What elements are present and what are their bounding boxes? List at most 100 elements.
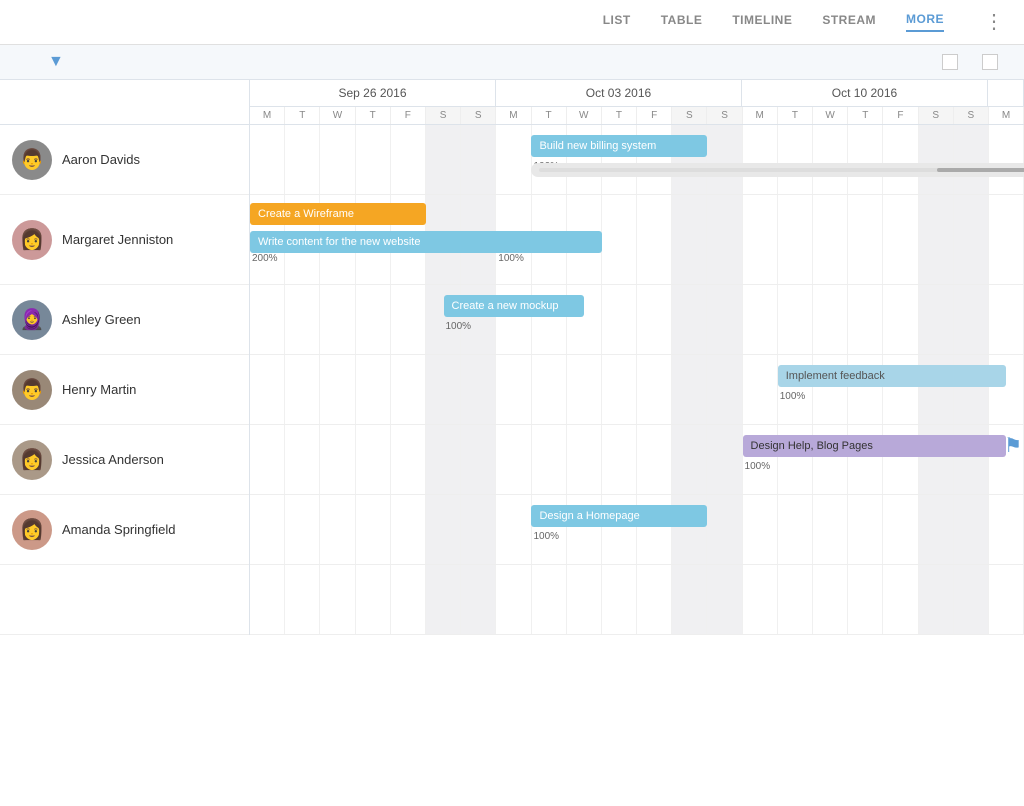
day-bg-col <box>989 125 1024 194</box>
day-bg-col <box>285 125 320 194</box>
day-bg-col <box>285 285 320 354</box>
task-bar-1-1[interactable]: Write content for the new website <box>250 231 602 253</box>
day-bg-col <box>954 285 989 354</box>
overdue-checkbox[interactable] <box>942 54 958 70</box>
task-bar-0-0[interactable]: Build new billing system <box>531 135 707 157</box>
day-s4: S <box>707 107 742 124</box>
day-bg-col <box>250 285 285 354</box>
day-bg-col <box>496 425 531 494</box>
day-bg-col <box>989 195 1024 284</box>
day-bg-col <box>426 565 461 634</box>
day-m2: M <box>496 107 531 124</box>
day-bg-col <box>813 495 848 564</box>
day-bg-col <box>778 285 813 354</box>
day-bg-col <box>707 565 742 634</box>
day-t2: T <box>356 107 391 124</box>
day-bg-col <box>848 285 883 354</box>
day-bg-col <box>285 355 320 424</box>
day-bg-col <box>707 285 742 354</box>
chart-rows: Build new billing system100% ⊞ ⊙Create a… <box>250 125 1024 635</box>
task-bar-5-0[interactable]: Design a Homepage <box>531 505 707 527</box>
day-bg-col <box>426 125 461 194</box>
day-bg-col <box>320 495 355 564</box>
day-bg-col <box>602 565 637 634</box>
day-bg-col <box>672 195 707 284</box>
day-s5: S <box>919 107 954 124</box>
day-bg-col <box>637 285 672 354</box>
day-bg-col <box>883 195 918 284</box>
day-bg-col <box>743 285 778 354</box>
day-bg-col <box>285 425 320 494</box>
day-bg-col <box>391 285 426 354</box>
day-bg-col <box>391 565 426 634</box>
day-bg-col <box>883 495 918 564</box>
day-bg-col <box>778 565 813 634</box>
day-bg-col <box>707 495 742 564</box>
day-bg-col <box>496 495 531 564</box>
chart-area: Build new billing system100% ⊞ ⊙Create a… <box>250 125 1024 635</box>
day-bg-col <box>848 195 883 284</box>
day-bg-col <box>532 565 567 634</box>
names-column: 👨 Aaron Davids 👩 Margaret Jenniston 🧕 As… <box>0 125 250 635</box>
nav-list[interactable]: LIST <box>603 13 631 31</box>
day-bg-col <box>707 125 742 194</box>
nav-table[interactable]: TABLE <box>661 13 703 31</box>
day-t6: T <box>848 107 883 124</box>
chart-row-4: Design Help, Blog Pages100%⚑ <box>250 425 1024 495</box>
task-bar-4-0[interactable]: Design Help, Blog Pages <box>743 435 1007 457</box>
task-bar-2-0[interactable]: Create a new mockup <box>444 295 585 317</box>
avatar-jessica: 👩 <box>12 440 52 480</box>
day-t1: T <box>285 107 320 124</box>
task-percent-3-0: 100% <box>780 391 806 402</box>
day-s2: S <box>461 107 496 124</box>
day-w3: W <box>813 107 848 124</box>
overdue-color-toggle[interactable] <box>942 54 964 70</box>
person-row-jessica: 👩 Jessica Anderson <box>0 425 249 495</box>
day-bg-col <box>567 355 602 424</box>
day-bg-col <box>848 565 883 634</box>
app-header: LIST TABLE TIMELINE STREAM MORE ⋮ <box>0 0 1024 45</box>
day-bg-col <box>602 195 637 284</box>
person-row-empty <box>0 565 249 635</box>
day-bg-col <box>813 285 848 354</box>
day-bg-col <box>356 565 391 634</box>
task-bar-1-0[interactable]: Create a Wireframe <box>250 203 426 225</box>
nav-timeline[interactable]: TIMELINE <box>732 13 792 31</box>
nav-stream[interactable]: STREAM <box>822 13 876 31</box>
person-row-aaron: 👨 Aaron Davids <box>0 125 249 195</box>
day-bg-col <box>672 565 707 634</box>
show-backlog-toggle[interactable] <box>982 54 1004 70</box>
day-bg-col <box>320 355 355 424</box>
day-bg-col <box>602 425 637 494</box>
day-bg-col <box>461 495 496 564</box>
day-bg-col <box>426 495 461 564</box>
task-bar-3-0[interactable]: Implement feedback <box>778 365 1007 387</box>
backlog-checkbox[interactable] <box>982 54 998 70</box>
day-bg-col <box>602 355 637 424</box>
day-bg-col <box>496 355 531 424</box>
day-bg-col <box>532 355 567 424</box>
gantt-header-row: Sep 26 2016 Oct 03 2016 Oct 10 2016 M T … <box>0 80 1024 125</box>
day-bg-col <box>637 355 672 424</box>
day-bg-col <box>320 425 355 494</box>
date-headers: Sep 26 2016 Oct 03 2016 Oct 10 2016 M T … <box>250 80 1024 124</box>
more-options-icon[interactable]: ⋮ <box>984 12 1004 32</box>
person-row-amanda: 👩 Amanda Springfield <box>0 495 249 565</box>
day-m3: M <box>743 107 778 124</box>
avatar-amanda: 👩 <box>12 510 52 550</box>
filter-icon[interactable]: ▼ <box>48 53 64 71</box>
day-bg-col <box>954 125 989 194</box>
nav-more[interactable]: MORE <box>906 12 944 32</box>
day-bg-col <box>391 355 426 424</box>
avatar-ashley: 🧕 <box>12 300 52 340</box>
day-bg-col <box>919 195 954 284</box>
day-bg-col <box>356 125 391 194</box>
person-name-jessica: Jessica Anderson <box>62 452 164 467</box>
day-bg-col <box>989 495 1024 564</box>
day-bg-col <box>461 565 496 634</box>
day-bg-col <box>954 565 989 634</box>
day-bg-col <box>391 425 426 494</box>
day-bg-col <box>743 565 778 634</box>
day-bg-col <box>637 565 672 634</box>
gantt-chart: Sep 26 2016 Oct 03 2016 Oct 10 2016 M T … <box>0 80 1024 635</box>
